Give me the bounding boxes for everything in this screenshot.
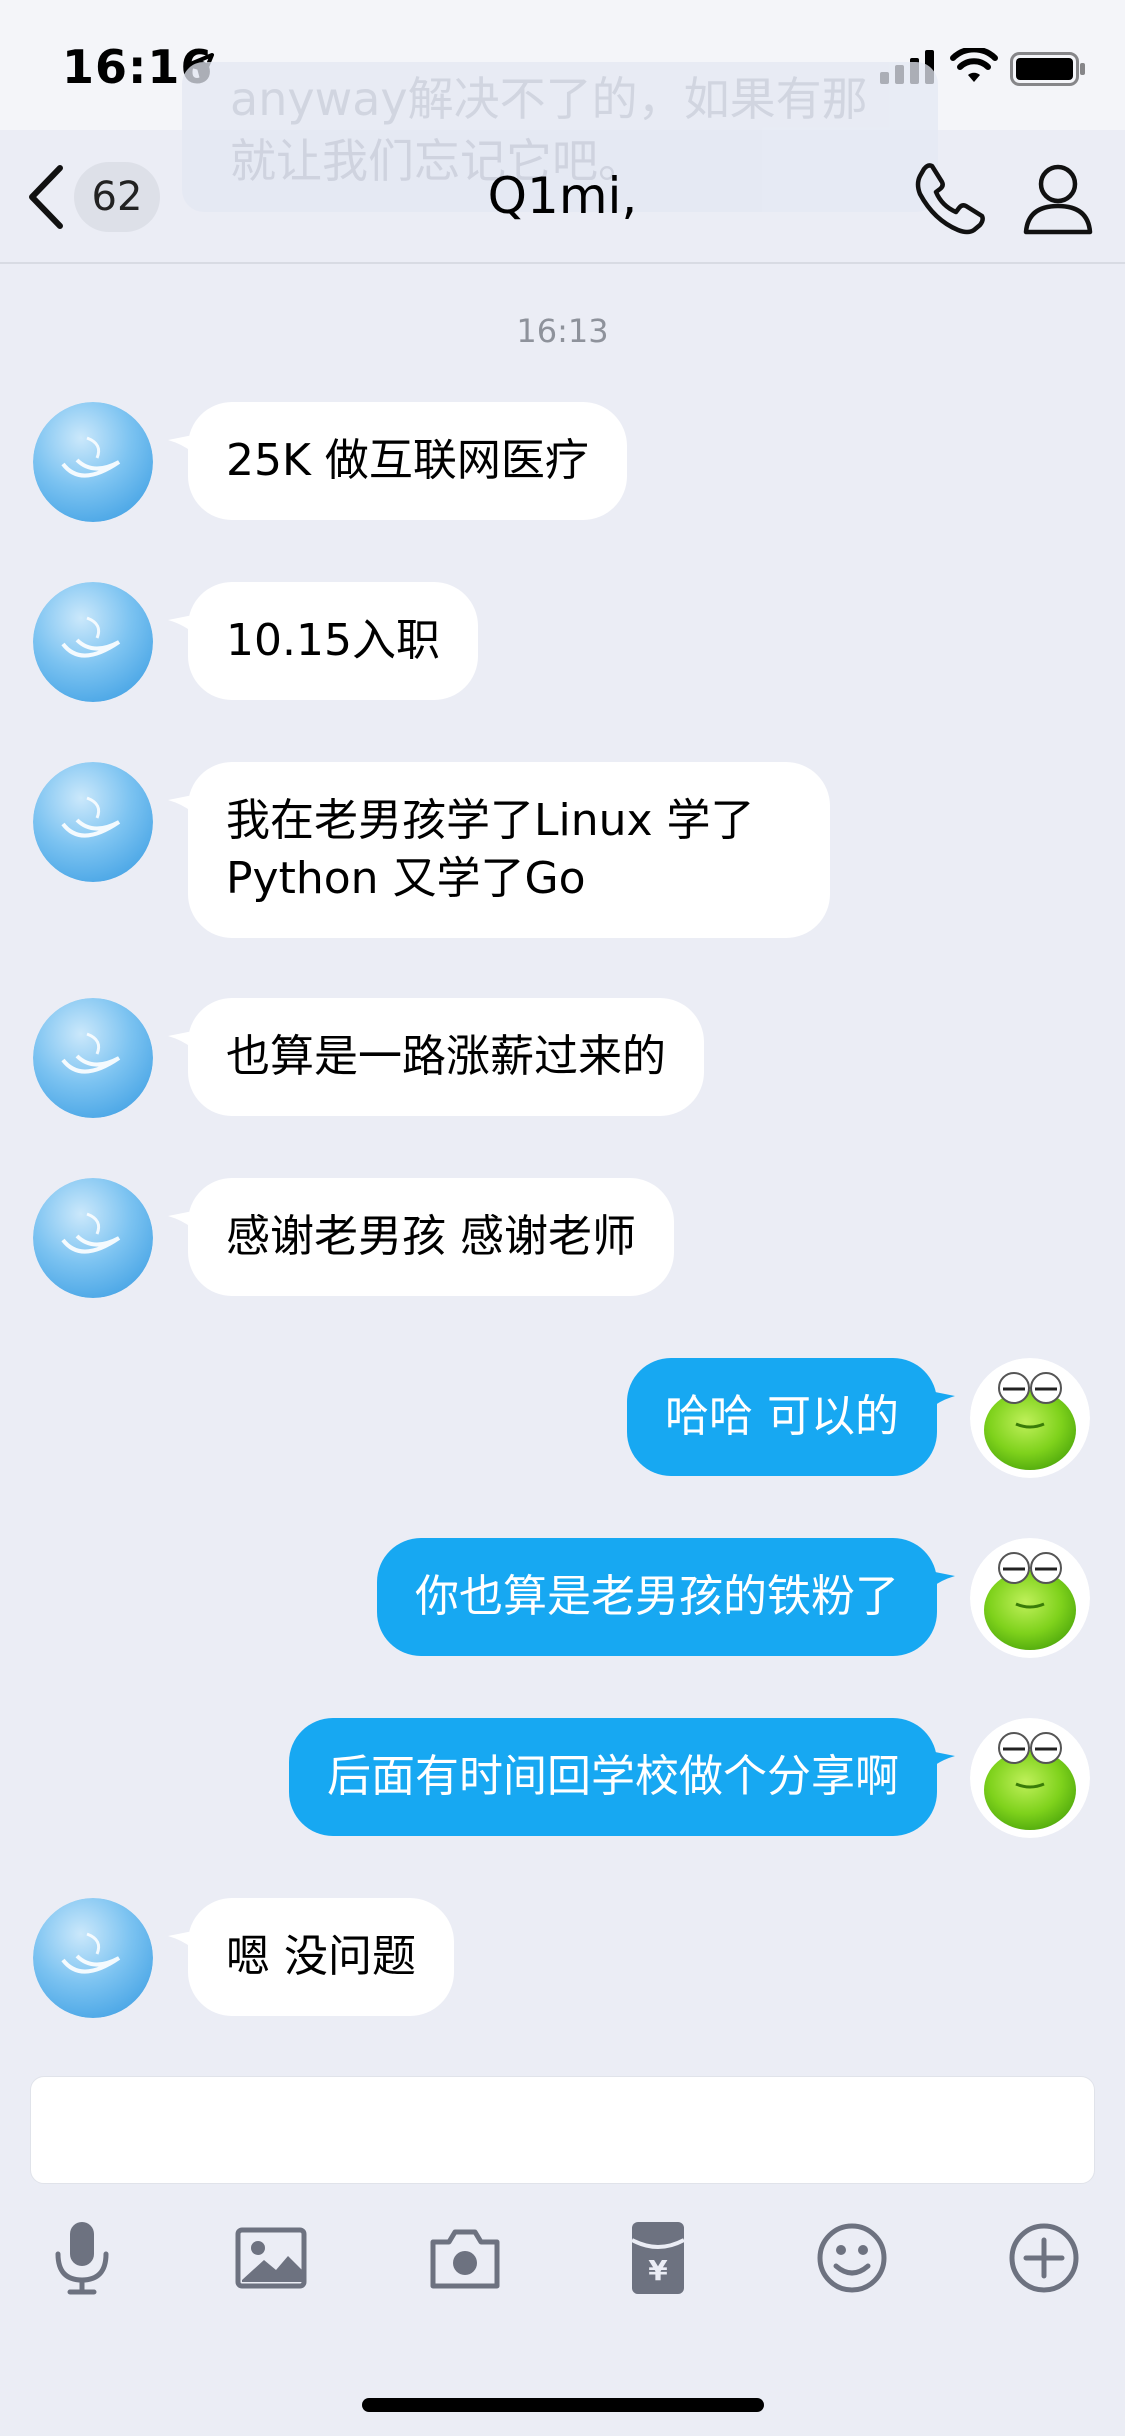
my-avatar[interactable] — [970, 1358, 1090, 1478]
my-avatar[interactable] — [970, 1718, 1090, 1838]
message-row: 感谢老男孩 感谢老师 — [0, 1178, 1125, 1298]
contact-avatar[interactable] — [33, 402, 153, 522]
message-bubble[interactable]: 哈哈 可以的 — [627, 1358, 937, 1476]
message-bubble[interactable]: 10.15入职 — [188, 582, 478, 700]
chat-header: 62 Q1mi, — [0, 130, 1125, 262]
input-toolbar: ¥ — [0, 2218, 1125, 2308]
message-row: 后面有时间回学校做个分享啊 — [0, 1718, 1125, 1838]
my-avatar[interactable] — [970, 1538, 1090, 1658]
camera-icon[interactable] — [425, 2218, 505, 2298]
message-row: 25K 做互联网医疗 — [0, 402, 1125, 522]
message-row: 10.15入职 — [0, 582, 1125, 702]
profile-icon[interactable] — [1020, 160, 1096, 236]
svg-text:¥: ¥ — [648, 2254, 668, 2287]
phone-icon[interactable] — [912, 160, 988, 236]
message-row: 哈哈 可以的 — [0, 1358, 1125, 1478]
image-icon[interactable] — [232, 2218, 312, 2298]
contact-avatar[interactable] — [33, 582, 153, 702]
message-input[interactable] — [30, 2076, 1095, 2184]
battery-icon — [1010, 52, 1085, 86]
microphone-icon[interactable] — [42, 2218, 122, 2298]
contact-avatar[interactable] — [33, 762, 153, 882]
message-row: 嗯 没问题 — [0, 1898, 1125, 2018]
contact-avatar[interactable] — [33, 1898, 153, 2018]
contact-avatar[interactable] — [33, 1178, 153, 1298]
message-bubble[interactable]: 25K 做互联网医疗 — [188, 402, 627, 520]
message-bubble[interactable]: 感谢老男孩 感谢老师 — [188, 1178, 674, 1296]
message-timestamp: 16:13 — [516, 312, 609, 350]
wifi-icon — [950, 48, 998, 82]
red-packet-icon[interactable]: ¥ — [618, 2218, 698, 2298]
message-bubble[interactable]: 后面有时间回学校做个分享啊 — [289, 1718, 937, 1836]
emoji-icon[interactable] — [812, 2218, 892, 2298]
message-row: 你也算是老男孩的铁粉了 — [0, 1538, 1125, 1658]
contact-avatar[interactable] — [33, 998, 153, 1118]
message-bubble[interactable]: 嗯 没问题 — [188, 1898, 454, 2016]
message-row: 我在老男孩学了Linux 学了 Python 又学了Go — [0, 762, 1125, 940]
message-bubble[interactable]: 我在老男孩学了Linux 学了 Python 又学了Go — [188, 762, 830, 938]
message-bubble[interactable]: 你也算是老男孩的铁粉了 — [377, 1538, 937, 1656]
plus-icon[interactable] — [1004, 2218, 1084, 2298]
home-indicator[interactable] — [362, 2398, 764, 2412]
message-bubble[interactable]: 也算是一路涨薪过来的 — [188, 998, 704, 1116]
header-divider — [0, 262, 1125, 264]
message-row: 也算是一路涨薪过来的 — [0, 998, 1125, 1118]
